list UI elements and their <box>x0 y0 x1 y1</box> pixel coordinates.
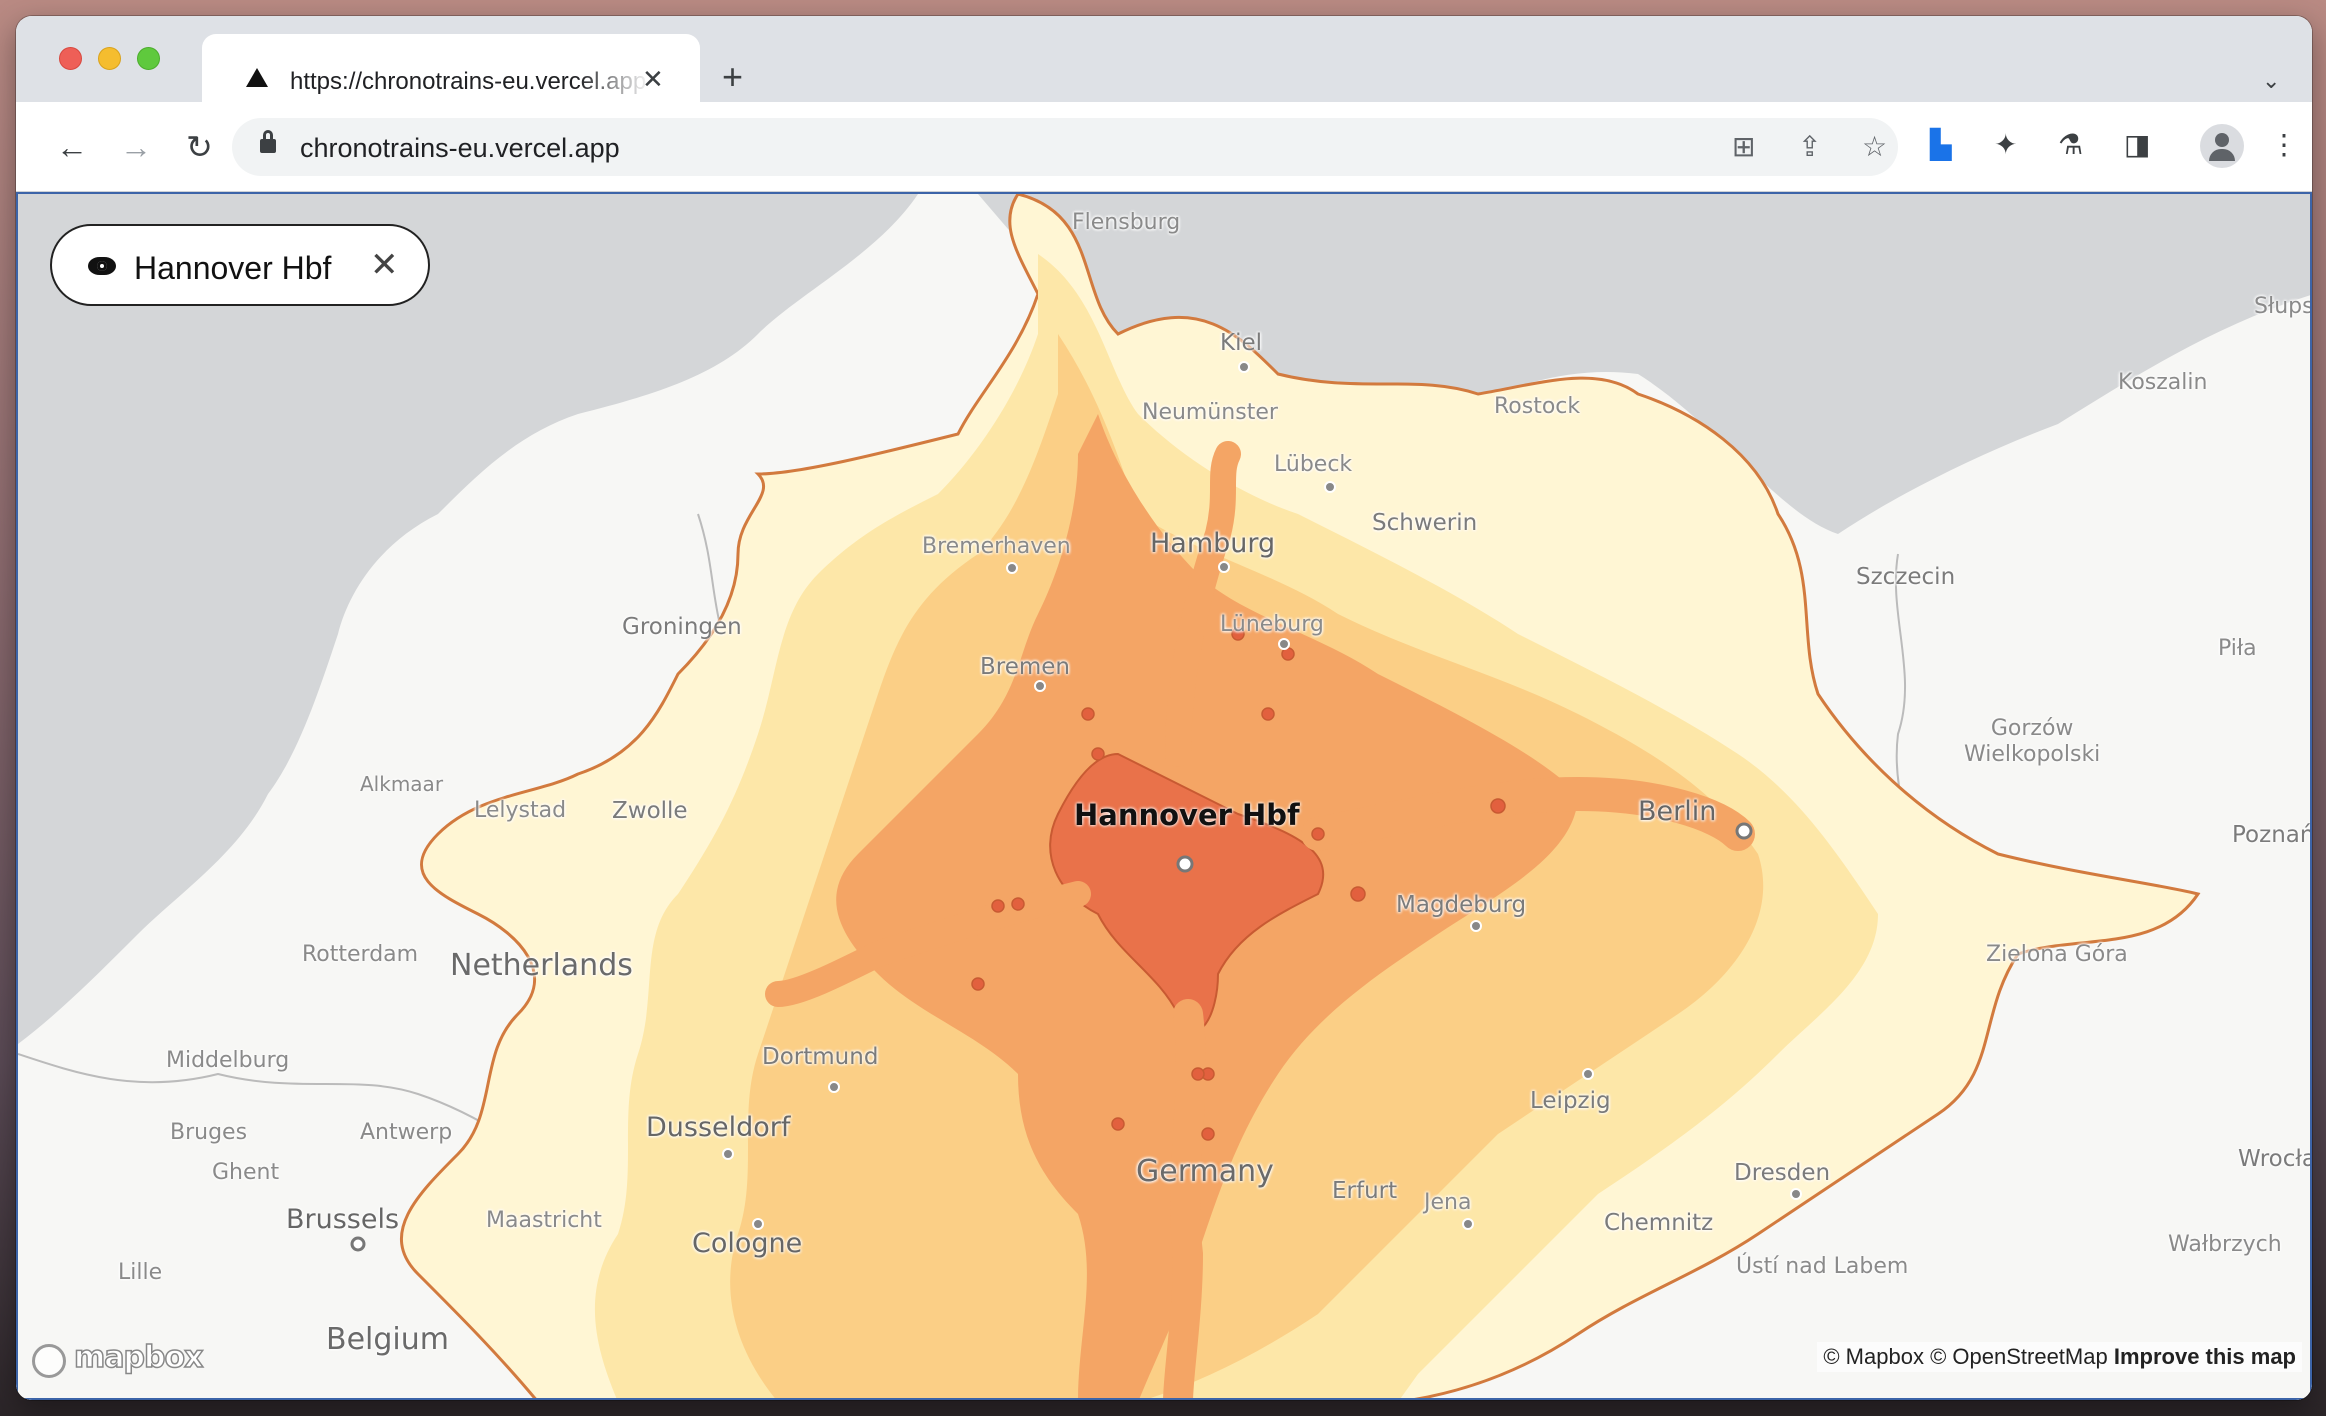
share-icon[interactable]: ⇪ <box>1798 132 1821 162</box>
vercel-favicon-icon <box>246 68 268 87</box>
map-label-flensburg: Flensburg <box>1072 210 1181 235</box>
map-label-netherlands: Netherlands <box>450 948 633 983</box>
tab-title: https://chronotrains-eu.vercel.app <box>290 68 647 95</box>
map-label-gorzow: Gorzów Wielkopolski <box>1964 716 2101 767</box>
map-label-bremerhaven: Bremerhaven <box>922 534 1071 559</box>
map-label-dresden: Dresden <box>1734 1160 1831 1186</box>
title-bar: https://chronotrains-eu.vercel.app ✕ + ⌄ <box>16 16 2312 102</box>
map-label-zielona-gora: Zielona Góra <box>1986 942 2128 967</box>
map-label-leipzig: Leipzig <box>1530 1088 1611 1114</box>
station-selector-pill[interactable]: Hannover Hbf ✕ <box>50 224 430 306</box>
map-label-chemnitz: Chemnitz <box>1604 1210 1714 1236</box>
clear-station-icon[interactable]: ✕ <box>370 246 399 284</box>
map-label-berlin: Berlin <box>1638 796 1717 827</box>
tab-search-chevron-icon[interactable]: ⌄ <box>2262 68 2280 94</box>
translate-icon[interactable]: ⊞ <box>1732 132 1755 162</box>
new-tab-button[interactable]: + <box>722 59 743 95</box>
map-label-lubeck: Lübeck <box>1274 452 1353 477</box>
browser-window: https://chronotrains-eu.vercel.app ✕ + ⌄… <box>16 16 2312 1400</box>
map-label-luneburg: Lüneburg <box>1220 612 1324 637</box>
close-window-button[interactable] <box>59 47 82 70</box>
mapbox-logo-icon[interactable] <box>32 1344 66 1378</box>
map-canvas[interactable]: Flensburg Kiel Neumünster Lübeck Rostock… <box>16 192 2312 1400</box>
map-label-germany: Germany <box>1136 1154 1274 1189</box>
map-label-bremen: Bremen <box>980 654 1071 680</box>
map-label-alkmaar: Alkmaar <box>360 772 444 796</box>
improve-map-link[interactable]: Improve this map <box>2114 1344 2296 1369</box>
rail-corridor-south <box>1163 999 1206 1398</box>
reload-icon[interactable]: ↻ <box>186 131 213 163</box>
map-label-antwerp: Antwerp <box>360 1120 453 1145</box>
map-label-groningen: Groningen <box>622 614 742 640</box>
extensions-icon[interactable]: ✦ <box>1994 130 2017 160</box>
map-label-maastricht: Maastricht <box>486 1208 602 1233</box>
back-icon[interactable]: ← <box>56 131 88 163</box>
selected-station-name: Hannover Hbf <box>134 250 332 286</box>
map-label-zwolle: Zwolle <box>612 798 688 824</box>
map-label-belgium: Belgium <box>326 1322 449 1357</box>
map-label-brussels: Brussels <box>286 1204 400 1235</box>
map-label-szczecin: Szczecin <box>1856 564 1956 590</box>
minimize-window-button[interactable] <box>98 47 121 70</box>
map-label-magdeburg: Magdeburg <box>1396 892 1527 918</box>
map-label-slupsk: Słups <box>2254 294 2312 319</box>
forward-icon[interactable]: → <box>120 131 152 163</box>
menu-icon[interactable]: ⋮ <box>2270 130 2298 160</box>
attribution-mapbox-link[interactable]: © Mapbox <box>1823 1344 1924 1369</box>
eye-icon[interactable] <box>88 257 116 275</box>
map-label-poznan: Poznań <box>2232 822 2312 848</box>
map-label-koszalin: Koszalin <box>2118 370 2208 395</box>
map-label-erfurt: Erfurt <box>1332 1178 1398 1204</box>
map-label-bruges: Bruges <box>170 1120 248 1145</box>
map-label-pila: Piła <box>2218 636 2257 661</box>
map-label-dusseldorf: Dusseldorf <box>646 1112 791 1143</box>
tab-close-icon[interactable]: ✕ <box>642 66 664 92</box>
map-label-rostock: Rostock <box>1494 394 1581 419</box>
map-label-cologne: Cologne <box>692 1228 803 1259</box>
mapbox-logo[interactable]: mapbox <box>73 1339 204 1376</box>
map-label-jena: Jena <box>1424 1190 1472 1215</box>
map-label-hannover-hbf: Hannover Hbf <box>1074 798 1300 832</box>
maximize-window-button[interactable] <box>137 47 160 70</box>
url-text[interactable]: chronotrains-eu.vercel.app <box>300 133 620 164</box>
map-label-neumunster: Neumünster <box>1142 400 1278 425</box>
map-label-lelystad: Lelystad <box>474 798 567 823</box>
address-bar[interactable]: chronotrains-eu.vercel.app ⊞ ⇪ ☆ <box>232 118 1898 176</box>
side-panel-icon[interactable]: ◨ <box>2124 130 2150 160</box>
lock-icon[interactable] <box>260 130 276 153</box>
star-icon[interactable]: ☆ <box>1862 132 1887 162</box>
map-label-ghent: Ghent <box>212 1160 280 1185</box>
map-attribution: © Mapbox © OpenStreetMap Improve this ma… <box>1817 1342 2302 1372</box>
browser-tab[interactable]: https://chronotrains-eu.vercel.app ✕ <box>202 34 700 102</box>
attribution-osm-link[interactable]: © OpenStreetMap <box>1930 1344 2108 1369</box>
map-label-kiel: Kiel <box>1220 330 1263 356</box>
map-label-wroclaw: Wrocła <box>2238 1146 2312 1172</box>
map-label-usti-nad-labem: Ústí nad Labem <box>1736 1254 1909 1279</box>
map-label-middelburg: Middelburg <box>166 1048 290 1073</box>
map-label-hamburg: Hamburg <box>1150 528 1276 559</box>
map-label-rotterdam: Rotterdam <box>302 942 419 967</box>
map-label-schwerin: Schwerin <box>1372 510 1478 536</box>
map-label-dortmund: Dortmund <box>762 1044 879 1070</box>
browser-toolbar: ← → ↻ chronotrains-eu.vercel.app ⊞ ⇪ ☆ ▙… <box>16 102 2312 192</box>
labs-icon[interactable]: ⚗ <box>2058 130 2083 160</box>
map-label-walbrzych: Wałbrzych <box>2168 1232 2282 1257</box>
profile-icon[interactable] <box>2200 124 2244 168</box>
analytics-extension-icon[interactable]: ▙ <box>1930 130 1952 160</box>
map-label-lille: Lille <box>118 1260 163 1285</box>
